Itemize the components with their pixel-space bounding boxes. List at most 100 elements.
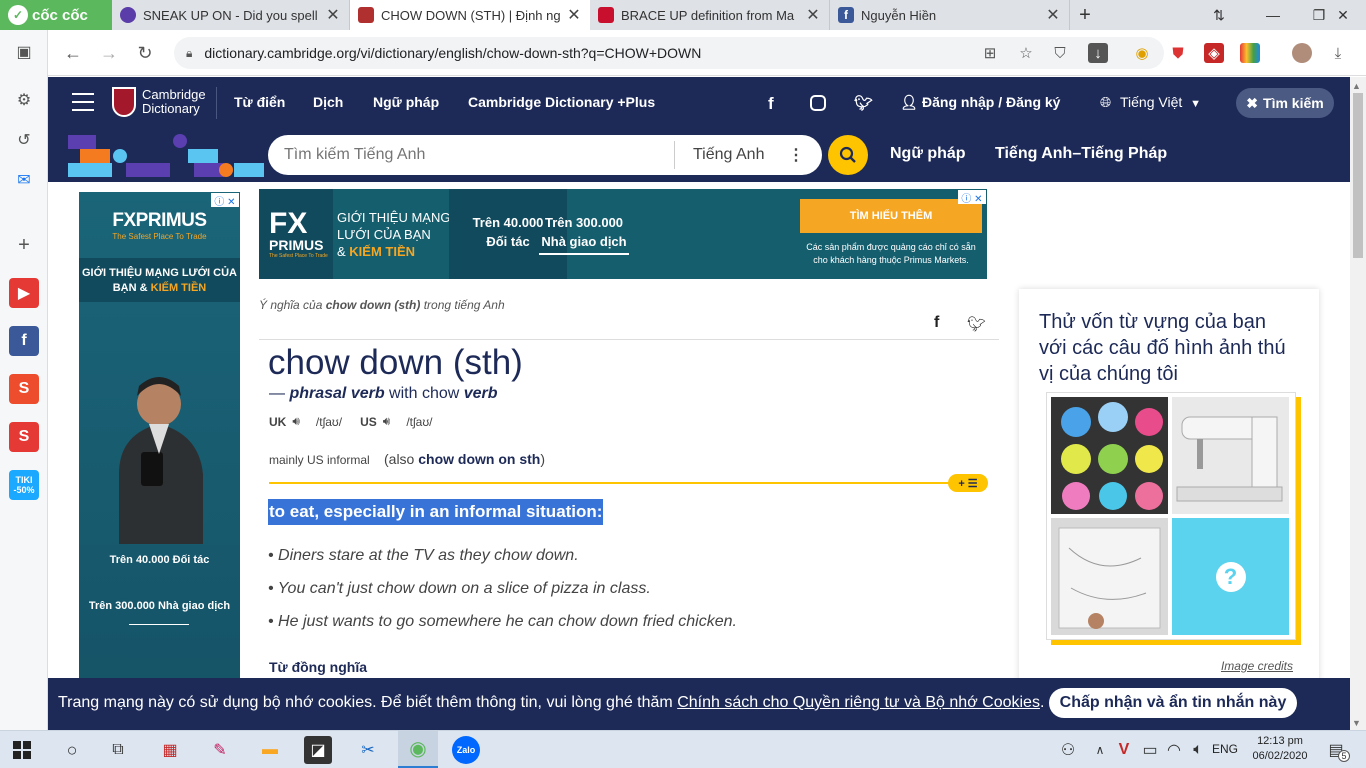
banner-cta-button[interactable]: TÌM HIỂU THÊM (800, 199, 982, 233)
reload-icon[interactable]: ↻ (130, 38, 160, 68)
nav-plus[interactable]: Cambridge Dictionary +Plus (468, 94, 655, 110)
extension-chrome-icon[interactable]: ◉ (1132, 43, 1152, 63)
left-advertisement[interactable]: ⓘ ✕ FXPRIMUS The Safest Place To Trade G… (79, 192, 240, 730)
ad-choices-icon[interactable]: ⓘ ✕ (211, 193, 239, 208)
instagram-icon[interactable] (810, 95, 826, 111)
quiz-image-grid[interactable]: ? (1046, 392, 1296, 640)
sketch-image[interactable] (1051, 518, 1168, 635)
twitter-icon[interactable]: 🐦︎ (854, 94, 873, 112)
close-search-button[interactable]: ✖ Tìm kiếm (1236, 88, 1334, 118)
download-page-icon[interactable]: ↓ (1088, 43, 1108, 63)
youtube-icon[interactable]: ▶ (9, 278, 39, 308)
coccoc-logo-icon: ✓ (8, 5, 28, 25)
people-icon[interactable]: ⚇ (1054, 736, 1082, 764)
extension-shield-icon[interactable]: ⛊ (1168, 43, 1188, 63)
close-tab-icon[interactable]: ✕ (566, 5, 582, 25)
ad-choices-icon[interactable]: ⓘ ✕ (958, 190, 986, 205)
back-icon[interactable]: ← (58, 38, 88, 68)
file-explorer-icon[interactable]: ▬ (256, 736, 284, 764)
new-tab-button[interactable]: + (1070, 0, 1100, 30)
cambridge-crest-icon (112, 87, 136, 117)
paint-app-icon[interactable]: ✎ (206, 736, 234, 764)
tab-search-icon[interactable]: ⇅ (1196, 0, 1242, 30)
share-twitter-icon[interactable]: 🐦︎ (967, 315, 986, 333)
page-scrollbar[interactable]: ▲ ▼ (1350, 77, 1366, 730)
login-link[interactable]: Đăng nhập / Đăng ký (922, 94, 1060, 110)
tab-facebook[interactable]: f Nguyễn Hiền ✕ (830, 0, 1070, 30)
close-tab-icon[interactable]: ✕ (325, 5, 341, 25)
close-tab-icon[interactable]: ✕ (1045, 5, 1061, 25)
sticky-notes-icon[interactable]: ◪ (304, 736, 332, 764)
close-window-icon[interactable]: ✕ (1320, 0, 1366, 30)
image-credits-link[interactable]: Image credits (1221, 659, 1293, 673)
snipping-tool-icon[interactable]: ✂ (354, 736, 382, 764)
example-2: • You can't just chow down on a slice of… (268, 580, 651, 597)
tab-title: BRACE UP definition from Ma (621, 7, 795, 23)
us-ipa: /tʃaʊ/ (406, 414, 433, 429)
profile-avatar[interactable] (1292, 43, 1312, 63)
facebook-icon[interactable]: f (9, 326, 39, 356)
add-to-wordlist-button[interactable]: + ☰ (948, 474, 988, 492)
tab-chow-down[interactable]: CHOW DOWN (STH) | Định ng ✕ (350, 0, 590, 30)
privacy-policy-link[interactable]: Chính sách cho Quyền riêng tư và Bộ nhớ … (677, 694, 1040, 711)
sendo-icon[interactable]: S (9, 422, 39, 452)
settings-gear-icon[interactable]: ⚙ (9, 85, 39, 115)
search-button[interactable] (828, 135, 868, 175)
volume-icon[interactable]: 🔈︎ (1184, 736, 1212, 764)
ad-headline: GIỚI THIỆU MẠNG LƯỚI CỦA BẠN & KIẾM TIỀN (79, 258, 240, 302)
hamburger-menu-icon[interactable] (72, 93, 94, 111)
nav-dictionary[interactable]: Từ điển (234, 94, 285, 110)
headword: chow down (sth) (268, 343, 523, 382)
sewing-machine-image[interactable] (1172, 397, 1289, 514)
bookmark-star-icon[interactable]: ☆ (1016, 43, 1036, 63)
downloads-icon[interactable]: ⤓ (1328, 43, 1348, 63)
site-logo[interactable]: Cambridge Dictionary (112, 87, 206, 117)
banner-stat-traders: Trên 300.000 Nhà giao dịch (539, 213, 629, 255)
shield-icon[interactable]: ⛉ (1050, 43, 1070, 63)
close-tab-icon[interactable]: ✕ (805, 5, 821, 25)
notifications-icon[interactable]: ▤ 5 (1322, 736, 1350, 764)
minimize-icon[interactable]: — (1250, 0, 1296, 30)
language-selector[interactable]: Tiếng Việt ▼ (1120, 94, 1201, 110)
paints-image[interactable] (1051, 397, 1168, 514)
mystery-image[interactable]: ? (1172, 518, 1289, 635)
subnav-grammar[interactable]: Ngữ pháp (890, 145, 966, 163)
task-view-icon[interactable]: ⧉ (104, 736, 132, 764)
facebook-icon[interactable]: f (768, 94, 774, 114)
translate-icon[interactable]: ⊞ (980, 43, 1000, 63)
tab-sneak-up-on[interactable]: SNEAK UP ON - Did you spell ✕ (112, 0, 350, 30)
quiz-card[interactable]: Thử vốn từ vựng của bạn với các câu đố h… (1019, 289, 1319, 709)
us-audio-icon[interactable]: 🔊︎ (383, 414, 391, 429)
tiki-icon[interactable]: TIKI -50% (9, 470, 39, 500)
top-banner-advertisement[interactable]: FX PRIMUS The Safest Place To Trade GIỚI… (259, 189, 987, 279)
sidebar-toggle-icon[interactable]: ▣ (9, 37, 39, 67)
add-panel-icon[interactable]: + (9, 230, 39, 260)
forward-icon[interactable]: → (94, 38, 124, 68)
history-icon[interactable]: ↺ (9, 125, 39, 155)
nav-translate[interactable]: Dịch (313, 94, 343, 110)
cookie-message: Trang mạng này có sử dụng bộ nhớ cookies… (58, 694, 1045, 711)
share-facebook-icon[interactable]: f (934, 314, 939, 332)
extension-pdf-icon[interactable]: ◈ (1204, 43, 1224, 63)
tab-brace-up[interactable]: BRACE UP definition from Ma ✕ (590, 0, 830, 30)
shopee-icon[interactable]: S (9, 374, 39, 404)
search-language-selector[interactable]: Tiếng Anh ⋮ (675, 145, 822, 165)
zalo-icon[interactable]: Zalo (452, 736, 480, 764)
office-app-icon[interactable]: ▦ (156, 736, 184, 764)
extension-colors-icon[interactable] (1240, 43, 1260, 63)
search-circle-icon[interactable]: ○ (58, 736, 86, 764)
uk-audio-icon[interactable]: 🔊︎ (292, 414, 300, 429)
unikey-icon[interactable]: V (1110, 736, 1138, 764)
windows-start-icon[interactable] (8, 736, 36, 764)
cambridge-shield-icon (358, 7, 374, 23)
search-input[interactable] (284, 146, 674, 164)
coccoc-taskbar-icon[interactable]: ◉ (398, 731, 438, 768)
messenger-icon[interactable]: ✉ (9, 165, 39, 195)
coccoc-menu-button[interactable]: ✓ cốc cốc (0, 0, 112, 30)
nav-grammar[interactable]: Ngữ pháp (373, 94, 439, 110)
input-language[interactable]: ENG (1212, 742, 1238, 756)
clock[interactable]: 12:13 pm 06/02/2020 (1250, 734, 1310, 764)
accept-cookies-button[interactable]: Chấp nhận và ẩn tin nhắn này (1049, 688, 1297, 718)
clock-time: 12:13 pm (1257, 735, 1303, 747)
subnav-english-french[interactable]: Tiếng Anh–Tiếng Pháp (995, 145, 1167, 163)
